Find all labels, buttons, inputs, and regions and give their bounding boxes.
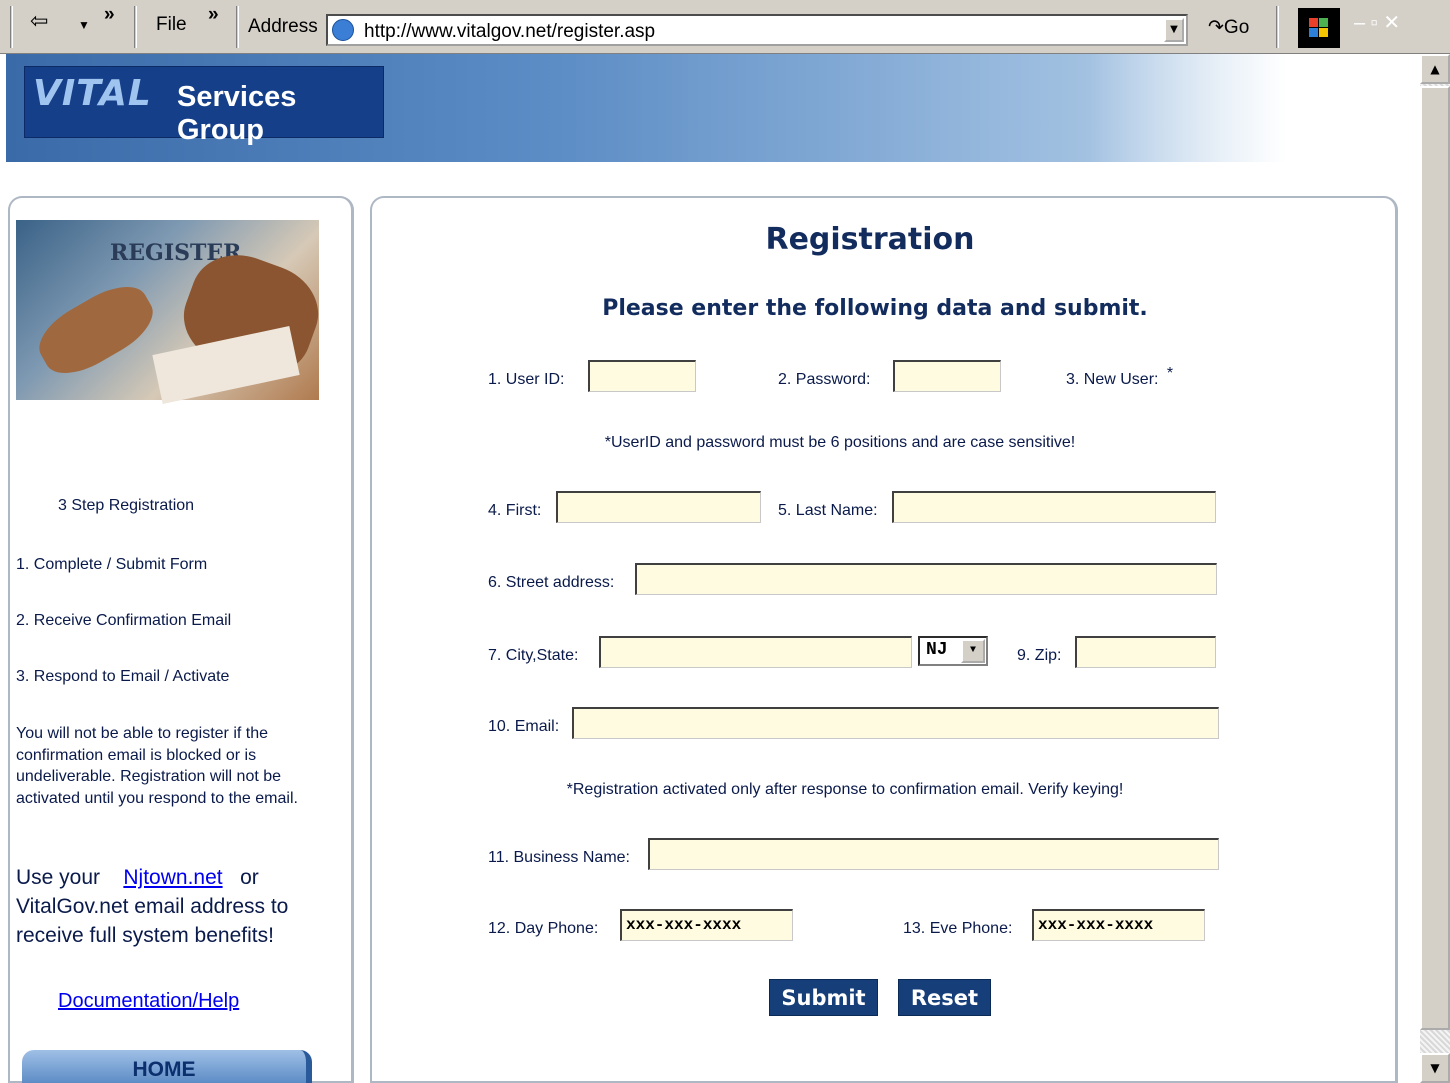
userid-note: *UserID and password must be 6 positions…	[604, 434, 1076, 451]
city-state-label: 7. City,State:	[488, 647, 579, 664]
logo-subtitle: Services Group	[177, 81, 297, 146]
step-1: 1. Complete / Submit Form	[16, 556, 208, 573]
address-dropdown-icon[interactable]: ▼	[1164, 18, 1184, 42]
password-input[interactable]	[893, 360, 1001, 392]
scroll-down-icon[interactable]: ▼	[1420, 1053, 1450, 1083]
page-title: Registration	[765, 222, 975, 257]
newuser-label-text: 3. New User:	[1066, 371, 1159, 388]
street-address-label: 6. Street address:	[488, 574, 615, 591]
eve-phone-label: 13. Eve Phone:	[903, 920, 1013, 937]
last-name-input[interactable]	[892, 491, 1216, 523]
documentation-help-link[interactable]: Documentation/Help	[58, 990, 239, 1013]
userid-label: 1. User ID:	[488, 371, 565, 388]
first-name-input[interactable]	[556, 491, 761, 523]
email-input[interactable]	[572, 707, 1219, 739]
vertical-scrollbar[interactable]: ▲ ▼	[1420, 54, 1450, 1083]
go-arrow-icon: ↷	[1208, 17, 1224, 38]
home-button[interactable]: HOME	[22, 1050, 312, 1083]
first-name-label: 4. First:	[488, 502, 542, 519]
state-select[interactable]: NJ ▼	[918, 636, 988, 666]
browser-toolbar: ⇦ ▼ » File » Address http://www.vitalgov…	[0, 0, 1450, 54]
state-value: NJ	[926, 640, 948, 660]
benefits-line-1: Use your Njtown.net or	[16, 866, 259, 890]
email-note: *Registration activated only after respo…	[566, 781, 1124, 798]
street-address-input[interactable]	[635, 563, 1217, 595]
toolbar-separator	[236, 6, 239, 48]
newuser-asterisk: *	[1166, 365, 1174, 382]
scroll-thumb[interactable]	[1420, 86, 1450, 1030]
window-controls-icons[interactable]: – ▫ ✕	[1354, 12, 1400, 34]
state-dropdown-icon[interactable]: ▼	[961, 639, 985, 663]
use-your-text: Use your	[16, 866, 101, 889]
back-arrow-icon[interactable]: ⇦	[30, 8, 48, 34]
benefits-line-2: VitalGov.net email address to	[16, 895, 289, 918]
file-menu[interactable]: File	[156, 14, 187, 36]
register-image: REGISTER	[16, 220, 331, 405]
form-subtitle: Please enter the following data and subm…	[602, 296, 1148, 321]
toolbar-more-icon[interactable]: »	[104, 4, 115, 26]
windows-logo-icon	[1298, 8, 1340, 48]
banner-fade	[1090, 54, 1418, 162]
toolbar-separator	[1276, 6, 1279, 48]
vital-logo[interactable]: VITAL Services Group	[24, 66, 384, 146]
url-text[interactable]: http://www.vitalgov.net/register.asp	[364, 21, 655, 43]
city-input[interactable]	[599, 636, 912, 668]
zip-label: 9. Zip:	[1017, 647, 1062, 664]
step-2: 2. Receive Confirmation Email	[16, 612, 232, 629]
benefits-line-3: receive full system benefits!	[16, 924, 274, 947]
or-text: or	[240, 866, 259, 889]
steps-title: 3 Step Registration	[58, 497, 195, 514]
day-phone-input[interactable]: xxx-xxx-xxxx	[620, 909, 793, 941]
password-label: 2. Password:	[778, 371, 871, 388]
address-label: Address	[248, 16, 318, 37]
go-label: Go	[1223, 17, 1250, 38]
newuser-label: 3. New User: *	[1066, 365, 1173, 389]
day-phone-label: 12. Day Phone:	[488, 920, 599, 937]
toolbar-separator	[134, 6, 137, 48]
eve-phone-input[interactable]: xxx-xxx-xxxx	[1032, 909, 1205, 941]
last-name-label: 5. Last Name:	[778, 502, 878, 519]
registration-warning: You will not be able to register if the …	[16, 725, 298, 807]
go-button[interactable]: ↷Go	[1208, 16, 1249, 39]
njtown-link[interactable]: Njtown.net	[123, 866, 222, 889]
userid-input[interactable]	[588, 360, 696, 392]
logo-text: VITAL	[33, 73, 152, 114]
step-3: 3. Respond to Email / Activate	[16, 668, 230, 685]
scroll-up-icon[interactable]: ▲	[1420, 54, 1450, 84]
zip-input[interactable]	[1075, 636, 1216, 668]
email-label: 10. Email:	[488, 718, 560, 735]
window-controls[interactable]: – ▫ ✕	[1354, 10, 1401, 35]
submit-button[interactable]: Submit	[769, 979, 878, 1016]
back-dropdown-icon[interactable]: ▼	[78, 18, 90, 32]
menu-more-icon[interactable]: »	[208, 4, 219, 26]
business-name-input[interactable]	[648, 838, 1219, 870]
business-name-label: 11. Business Name:	[488, 849, 630, 866]
hand-shape	[29, 274, 163, 386]
toolbar-separator	[10, 6, 13, 48]
ie-page-icon	[332, 19, 354, 41]
address-bar[interactable]: http://www.vitalgov.net/register.asp ▼	[326, 14, 1188, 46]
reset-button[interactable]: Reset	[898, 979, 991, 1016]
